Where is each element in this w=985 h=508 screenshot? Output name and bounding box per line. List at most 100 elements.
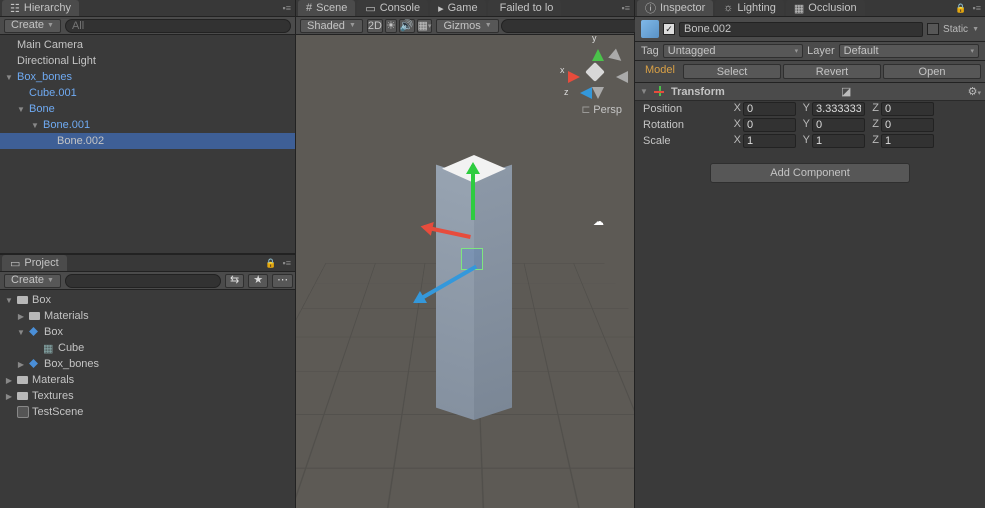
tab-inspector-2[interactable]: ▦Occlusion <box>786 0 865 16</box>
save-search-icon[interactable]: ⋯ <box>272 274 293 288</box>
project-search-input[interactable] <box>65 274 221 288</box>
foldout-arrow[interactable]: ▶ <box>4 376 14 385</box>
scale-x-field[interactable] <box>743 134 796 148</box>
hierarchy-item[interactable]: Bone.002 <box>0 133 295 149</box>
rotation-x-field[interactable] <box>743 118 796 132</box>
layer-dropdown[interactable]: Default▾ <box>839 44 979 58</box>
tab-label: Game <box>448 2 478 14</box>
projection-label[interactable]: ⊏ Persp <box>581 103 622 116</box>
create-label: Create <box>11 19 44 32</box>
orient-center[interactable] <box>585 62 605 82</box>
hierarchy-item[interactable]: Directional Light <box>0 53 295 69</box>
tab-inspector-0[interactable]: ⓘInspector <box>637 0 713 16</box>
foldout-arrow[interactable]: ▼ <box>16 105 26 114</box>
hierarchy-create-button[interactable]: Create▼ <box>4 19 61 33</box>
panel-menu-icon[interactable]: ▪≡ <box>971 3 983 13</box>
foldout-arrow[interactable]: ▶ <box>4 392 14 401</box>
foldout-arrow[interactable]: ▶ <box>16 312 26 321</box>
light-gizmo-icon[interactable]: ☁ <box>593 215 604 228</box>
position-z-field[interactable] <box>881 102 934 116</box>
hierarchy-item[interactable]: ▼Bone.001 <box>0 117 295 133</box>
mode-2d-toggle[interactable]: 2D <box>367 19 383 33</box>
shading-dropdown[interactable]: Shaded▼ <box>300 19 363 33</box>
hierarchy-tree[interactable]: Main CameraDirectional Light▼Box_bonesCu… <box>0 35 295 253</box>
tab-hierarchy[interactable]: ☷Hierarchy <box>2 0 79 16</box>
project-create-button[interactable]: Create▼ <box>4 274 61 288</box>
project-item[interactable]: ▶ Box_bones <box>0 356 295 372</box>
orientation-gizmo[interactable]: y x z <box>566 43 624 101</box>
tab-project-label: Project <box>24 257 58 269</box>
tab-label: Scene <box>316 2 347 14</box>
project-item[interactable]: ▼Box <box>0 292 295 308</box>
orient-x-cone[interactable] <box>568 71 586 83</box>
fx-toggle-icon[interactable]: ▦▾ <box>417 19 433 33</box>
tab-project[interactable]: ▭ Project <box>2 255 67 271</box>
orient-z-cone[interactable] <box>574 87 592 99</box>
foldout-arrow[interactable]: ▼ <box>30 121 40 130</box>
scene-search-input[interactable] <box>501 19 657 33</box>
orient-neg-cone[interactable] <box>608 49 630 70</box>
project-item[interactable]: ▶Materials <box>0 308 295 324</box>
gear-icon[interactable]: ⚙▾ <box>968 85 981 98</box>
panel-menu-icon[interactable]: ▪≡ <box>281 258 293 268</box>
project-item[interactable]: TestScene <box>0 404 295 420</box>
help-icon[interactable]: ◪ <box>841 85 851 98</box>
layer-value: Default <box>844 45 879 57</box>
model-revert-button[interactable]: Revert <box>783 64 881 79</box>
position-y-field[interactable] <box>812 102 865 116</box>
gizmos-dropdown[interactable]: Gizmos▼ <box>436 19 498 33</box>
gameobject-icon[interactable] <box>641 20 659 38</box>
tab-scene-3[interactable]: Failed to lo <box>488 0 562 16</box>
tab-inspector-1[interactable]: ☼Lighting <box>715 0 784 16</box>
tab-scene-0[interactable]: #Scene <box>298 0 355 16</box>
model-open-button[interactable]: Open <box>883 64 981 79</box>
orient-y-cone[interactable] <box>592 43 604 61</box>
orient-neg-cone[interactable] <box>610 71 628 83</box>
hierarchy-item[interactable]: Main Camera <box>0 37 295 53</box>
tab-icon: ☼ <box>723 2 733 14</box>
project-item[interactable]: Cube <box>0 340 295 356</box>
foldout-arrow[interactable]: ▼ <box>4 296 14 305</box>
tag-dropdown[interactable]: Untagged▾ <box>663 44 803 58</box>
hierarchy-search-input[interactable] <box>65 19 291 33</box>
scene-viewport[interactable]: y x z ⊏ Persp ☁ <box>296 35 634 508</box>
project-tree[interactable]: ▼Box▶Materials▼BoxCube▶Box_bones▶Materal… <box>0 290 295 508</box>
active-checkbox[interactable]: ✓ <box>663 23 675 35</box>
project-item-label: Box_bones <box>44 358 99 370</box>
filter-icon[interactable]: ⇆ <box>225 274 244 288</box>
project-item[interactable]: ▶Textures <box>0 388 295 404</box>
panel-menu-icon[interactable]: ▪≡ <box>281 3 293 13</box>
panel-menu-icon[interactable]: ▪≡ <box>620 3 632 13</box>
foldout-arrow[interactable]: ▼ <box>4 73 14 82</box>
axis-label-y: y <box>592 35 597 43</box>
lighting-toggle-icon[interactable]: ☀ <box>385 19 397 33</box>
axis-y-handle[interactable] <box>471 165 475 220</box>
hierarchy-item[interactable]: ▼Bone <box>0 101 295 117</box>
foldout-arrow[interactable]: ▼ <box>16 328 26 337</box>
project-item[interactable]: ▼Box <box>0 324 295 340</box>
rotation-y-field[interactable] <box>812 118 865 132</box>
tab-icon: ▦ <box>794 2 804 15</box>
transform-foldout[interactable]: ▼ <box>639 87 649 96</box>
project-item[interactable]: ▶Materals <box>0 372 295 388</box>
hierarchy-item[interactable]: Cube.001 <box>0 85 295 101</box>
lock-icon[interactable]: 🔒 <box>953 3 968 14</box>
hierarchy-item[interactable]: ▼Box_bones <box>0 69 295 85</box>
model-select-button[interactable]: Select <box>683 64 781 79</box>
scale-z-field[interactable] <box>881 134 934 148</box>
audio-toggle-icon[interactable]: 🔊 <box>399 19 415 33</box>
foldout-arrow[interactable]: ▶ <box>16 360 26 369</box>
add-component-button[interactable]: Add Component <box>710 163 910 183</box>
object-name-field[interactable] <box>679 22 923 37</box>
static-checkbox[interactable] <box>927 23 939 35</box>
folder-icon <box>29 310 41 322</box>
static-dropdown-icon[interactable]: ▼ <box>972 26 979 33</box>
lock-icon[interactable]: 🔒 <box>263 258 278 269</box>
favorite-icon[interactable]: ★ <box>248 274 268 288</box>
project-icon: ▭ <box>10 257 20 270</box>
tab-scene-2[interactable]: ▸Game <box>430 0 486 16</box>
scale-y-field[interactable] <box>812 134 865 148</box>
position-x-field[interactable] <box>743 102 796 116</box>
tab-scene-1[interactable]: ▭Console <box>357 0 428 16</box>
rotation-z-field[interactable] <box>881 118 934 132</box>
